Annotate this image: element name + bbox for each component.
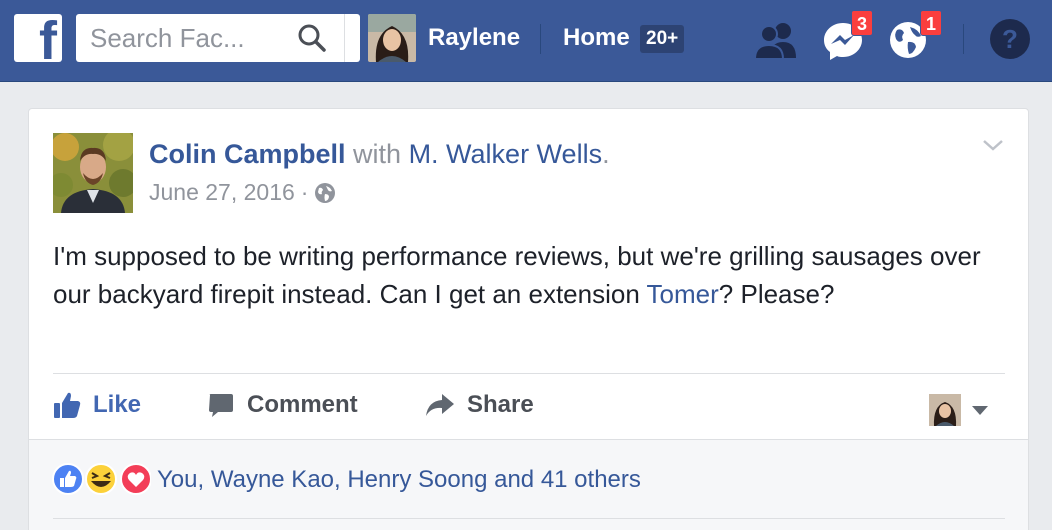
like-button[interactable]: Like	[53, 385, 141, 425]
reactions-section: You, Wayne Kao, Henry Soong and 41 other…	[29, 439, 1028, 530]
reactions-summary-link[interactable]: You, Wayne Kao, Henry Soong and 41 other…	[157, 466, 641, 494]
comment-icon	[209, 394, 233, 417]
post-meta: June 27, 2016 ·	[149, 179, 336, 206]
share-button[interactable]: Share	[425, 385, 534, 425]
author-name-link[interactable]: Colin Campbell	[149, 139, 346, 169]
period: .	[602, 139, 610, 169]
messages-badge: 3	[851, 10, 873, 36]
author-avatar[interactable]	[53, 133, 133, 213]
divider	[53, 373, 1005, 374]
facebook-logo-icon[interactable]: f	[14, 14, 62, 62]
haha-reaction-icon	[85, 463, 117, 495]
search-input[interactable]	[76, 14, 286, 62]
friend-requests-icon[interactable]	[752, 20, 800, 60]
chevron-down-icon[interactable]	[981, 137, 1005, 153]
profile-link[interactable]: Raylene	[368, 14, 520, 62]
post-card: Colin Campbell with M. Walker Wells. Jun…	[28, 108, 1029, 530]
svg-text:?: ?	[1002, 24, 1018, 54]
avatar	[368, 14, 416, 62]
divider	[53, 518, 1005, 519]
profile-name: Raylene	[428, 24, 521, 51]
share-label: Share	[467, 391, 534, 418]
avatar	[929, 394, 961, 426]
comment-button[interactable]: Comment	[207, 385, 358, 425]
nav-divider	[963, 24, 964, 54]
nav-divider	[540, 24, 541, 54]
help-icon[interactable]: ?	[989, 18, 1031, 60]
with-label: with	[353, 139, 402, 169]
home-count-badge: 20+	[640, 25, 685, 53]
post-text-part: ? Please?	[718, 279, 835, 309]
notifications-badge: 1	[920, 10, 942, 36]
reaction-icons[interactable]	[51, 462, 152, 496]
separator-dot: ·	[300, 179, 309, 205]
like-label: Like	[93, 391, 142, 418]
search-icon[interactable]	[296, 22, 328, 54]
globe-icon[interactable]	[314, 182, 336, 204]
post-header: Colin Campbell with M. Walker Wells.	[149, 139, 610, 170]
chevron-down-icon	[972, 406, 988, 415]
tagged-user-link[interactable]: M. Walker Wells	[409, 139, 603, 169]
mention-link[interactable]: Tomer	[647, 279, 719, 309]
like-icon	[54, 392, 81, 418]
comment-label: Comment	[247, 391, 358, 418]
post-text: I'm supposed to be writing performance r…	[53, 237, 1013, 313]
react-as-selector[interactable]	[929, 394, 989, 426]
post-date-link[interactable]: June 27, 2016	[149, 179, 295, 206]
post-text-part: I'm supposed to be writing performance r…	[53, 241, 981, 309]
top-navigation-bar: f Raylene Home 20+ 3	[0, 0, 1052, 82]
search-divider	[344, 14, 345, 62]
home-link[interactable]: Home	[563, 24, 630, 52]
share-icon	[426, 394, 454, 416]
